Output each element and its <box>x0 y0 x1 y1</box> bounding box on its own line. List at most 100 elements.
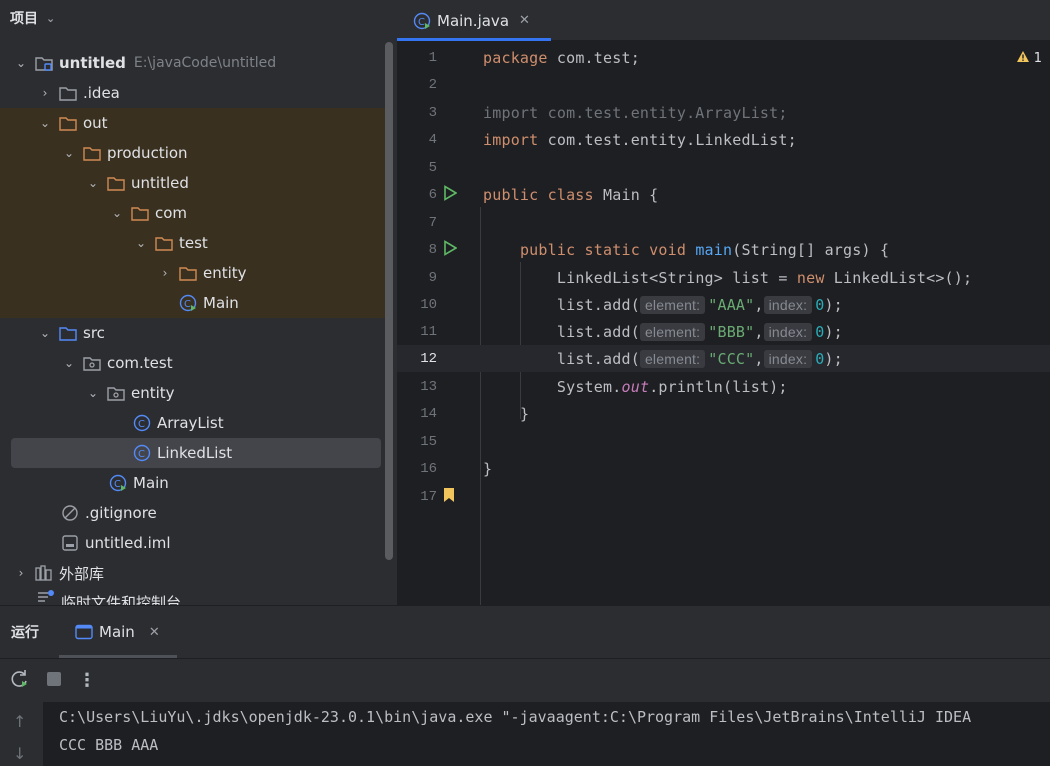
line-number: 2 <box>428 76 437 93</box>
library-icon <box>35 565 53 581</box>
code-token: list.add( <box>556 295 640 314</box>
chevron-down-icon[interactable]: ⌄ <box>46 12 55 25</box>
close-icon[interactable]: ✕ <box>519 13 530 28</box>
tree-item-label: LinkedList <box>157 444 233 462</box>
tree-item-label: 外部库 <box>59 564 105 583</box>
arrow-up-icon[interactable]: ↑ <box>13 712 26 731</box>
tree-item-entity-out[interactable]: › entity <box>0 258 385 288</box>
code-token: public class <box>483 185 594 204</box>
chevron-down-icon[interactable]: ⌄ <box>37 116 53 130</box>
editor[interactable]: C Main.java ✕ 1 1 package com.test; 2 3 … <box>397 0 1050 605</box>
code-line-current: 12 list.add(element: "CCC", index: 0); <box>397 345 1050 372</box>
line-number: 9 <box>428 269 437 286</box>
project-panel-title: 项目 <box>10 11 38 27</box>
run-gutter-icon[interactable] <box>443 239 458 260</box>
console-output[interactable]: ↑ ↓ C:\Users\LiuYu\.jdks\openjdk-23.0.1\… <box>0 702 1050 766</box>
chevron-down-icon[interactable]: ⌄ <box>61 356 77 370</box>
line-number: 17 <box>420 488 437 505</box>
stop-icon[interactable] <box>44 669 64 693</box>
project-scrollbar[interactable] <box>385 42 393 560</box>
chevron-down-icon[interactable]: ⌄ <box>37 326 53 340</box>
java-class-runnable-icon: C <box>179 294 197 312</box>
tree-item-untitled-root[interactable]: ⌄ untitled E:\javaCode\untitled <box>0 48 276 78</box>
run-gutter-icon[interactable] <box>443 184 458 205</box>
code-line: 14 } <box>397 400 1050 427</box>
run-tab-main[interactable]: Main ✕ <box>75 606 160 658</box>
code-token: } <box>519 404 530 423</box>
tree-item-out[interactable]: ⌄ out <box>0 108 385 138</box>
chevron-right-icon[interactable]: › <box>13 566 29 580</box>
code-token: (String[] args) { <box>732 240 890 259</box>
code-token: .println(list); <box>649 377 788 396</box>
code-line: 11 list.add(element: "BBB", index: 0); <box>397 318 1050 345</box>
active-tab-indicator <box>397 38 551 41</box>
code-line: 16 } <box>397 455 1050 482</box>
code-token: "CCC" <box>708 349 755 368</box>
tab-main-java[interactable]: C Main.java ✕ <box>397 0 537 41</box>
close-icon[interactable]: ✕ <box>149 625 160 640</box>
tree-item-production[interactable]: ⌄ production <box>0 138 385 168</box>
tree-item-entity-src[interactable]: ⌄ entity <box>0 378 175 408</box>
chevron-down-icon[interactable]: ⌄ <box>109 206 125 220</box>
tree-item-arraylist[interactable]: C ArrayList <box>0 408 224 438</box>
tree-item-com[interactable]: ⌄ com <box>0 198 385 228</box>
tree-item-idea[interactable]: › .idea <box>0 78 120 108</box>
chevron-down-icon[interactable]: ⌄ <box>61 146 77 160</box>
tree-item-main-out[interactable]: C Main <box>0 288 385 318</box>
bookmark-icon[interactable] <box>443 487 455 507</box>
code-line: 15 <box>397 428 1050 455</box>
console-line: CCC BBB AAA <box>59 736 159 754</box>
code-token: com.test; <box>547 48 640 67</box>
chevron-down-icon[interactable]: ⌄ <box>85 176 101 190</box>
excluded-folder-icon <box>179 265 197 281</box>
source-folder-icon <box>59 325 77 341</box>
chevron-right-icon[interactable]: › <box>157 266 173 280</box>
code-line: 5 <box>397 154 1050 181</box>
code-line: 9 LinkedList<String> list = new LinkedLi… <box>397 264 1050 291</box>
iml-file-icon <box>61 535 79 551</box>
more-options-icon[interactable]: ⋮ <box>78 670 96 691</box>
chevron-down-icon[interactable]: ⌄ <box>13 56 29 70</box>
tree-item-scratches[interactable]: 临时文件和控制台 <box>0 588 181 605</box>
code-token: "AAA" <box>708 295 755 314</box>
code-token: out <box>621 377 650 396</box>
rerun-icon[interactable] <box>10 669 30 693</box>
code-line: 3 import com.test.entity.ArrayList; <box>397 99 1050 126</box>
run-panel-title: 运行 <box>11 625 39 641</box>
tree-item-gitignore[interactable]: .gitignore <box>0 498 157 528</box>
line-number: 3 <box>428 104 437 121</box>
chevron-down-icon[interactable]: ⌄ <box>133 236 149 250</box>
svg-text:C: C <box>114 479 121 490</box>
tree-item-linkedlist[interactable]: C LinkedList <box>11 438 381 468</box>
parameter-hint: element: <box>639 295 706 314</box>
code-token: main <box>695 240 733 259</box>
run-toolbar: ⋮ <box>0 658 1050 702</box>
run-panel: 运行 Main ✕ ⋮ ↑ ↓ C:\Users\LiuYu\.jdks\ope… <box>0 605 1050 766</box>
tree-item-main-src[interactable]: C Main <box>0 468 169 498</box>
tree-item-untitled-out[interactable]: ⌄ untitled <box>0 168 385 198</box>
code-token: "BBB" <box>708 322 755 341</box>
chevron-right-icon[interactable]: › <box>37 86 53 100</box>
line-number: 14 <box>420 405 437 422</box>
tree-item-label: com <box>155 204 188 222</box>
tree-item-src[interactable]: ⌄ src <box>0 318 105 348</box>
line-number: 12 <box>420 350 437 367</box>
line-number: 13 <box>420 378 437 395</box>
parameter-hint: index: <box>763 349 813 368</box>
code-token: new <box>796 268 825 287</box>
tree-item-label: test <box>179 234 208 252</box>
project-panel-header[interactable]: 项目 ⌄ <box>0 0 396 36</box>
tree-item-label: .gitignore <box>85 504 157 522</box>
tree-item-label: untitled.iml <box>85 534 171 552</box>
tree-item-external-libs[interactable]: › 外部库 <box>0 558 104 588</box>
tree-item-com-test[interactable]: ⌄ com.test <box>0 348 173 378</box>
tree-item-untitled-iml[interactable]: untitled.iml <box>0 528 171 558</box>
arrow-down-icon[interactable]: ↓ <box>13 744 26 763</box>
module-folder-icon <box>35 55 53 71</box>
tree-item-test[interactable]: ⌄ test <box>0 228 385 258</box>
excluded-folder-icon <box>83 145 101 161</box>
tree-item-label: entity <box>203 264 247 282</box>
chevron-down-icon[interactable]: ⌄ <box>85 386 101 400</box>
line-number: 6 <box>428 186 437 203</box>
package-icon <box>83 355 101 371</box>
